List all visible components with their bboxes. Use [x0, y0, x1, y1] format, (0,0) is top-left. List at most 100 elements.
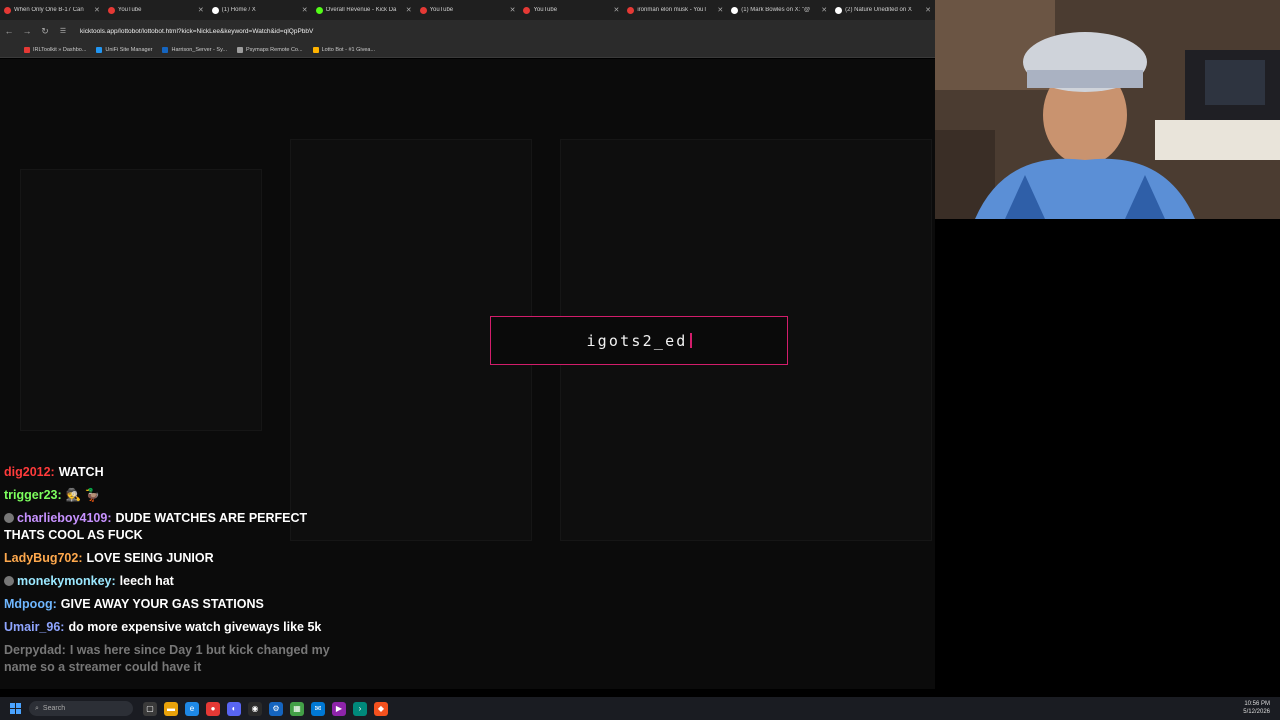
browser-tab[interactable]: Overall Revenue - Kick Da ✕: [312, 0, 416, 20]
bookmark-favicon-icon: [162, 46, 169, 53]
browser-tab[interactable]: YouTube ✕: [416, 0, 520, 20]
browser-tab[interactable]: (1) Home / X ✕: [208, 0, 312, 20]
search-icon: ⌕: [35, 704, 39, 712]
tab-favicon-icon: [731, 6, 739, 14]
chat-username: dig2012:: [4, 465, 55, 479]
tab-favicon-icon: [107, 6, 115, 14]
taskbar-search[interactable]: ⌕ Search: [29, 701, 133, 716]
tab-title: YouTube: [533, 7, 558, 13]
chat-message: LadyBug702: LOVE SEING JUNIOR: [4, 550, 334, 567]
browser-tab[interactable]: YouTube ✕: [104, 0, 208, 20]
browser-tab[interactable]: YouTube ✕: [519, 0, 623, 20]
file-explorer-icon[interactable]: ▬: [164, 701, 178, 716]
reload-icon[interactable]: ↻: [36, 26, 54, 37]
webcam-overlay: [935, 0, 1280, 219]
close-icon[interactable]: ✕: [510, 6, 516, 14]
bookmark-favicon-icon: [24, 46, 30, 53]
media-icon[interactable]: ▶: [332, 701, 346, 716]
chat-text: 🕵️ 🦆: [65, 488, 101, 502]
browser-tab[interactable]: (2) Nature Unedited on X ✕: [831, 0, 935, 20]
badge-icon: [4, 513, 14, 523]
bookmark-item[interactable]: Harrison_Server - Sy...: [162, 46, 227, 53]
chat-username: trigger23:: [4, 488, 62, 502]
close-icon[interactable]: ✕: [821, 6, 827, 14]
taskbar-apps: ▢ ▬ e ● ◐ ◉ ⚙ ▦ ✉ ▶ › ◆: [143, 701, 388, 716]
app-icon[interactable]: ◆: [374, 701, 388, 716]
tab-title: (1) Mark Bowles on X: "@: [741, 7, 811, 13]
winner-name: igots2_ed: [586, 332, 692, 350]
windows-start-icon[interactable]: [10, 703, 21, 714]
bookmark-favicon-icon: [96, 46, 103, 53]
bookmark-item[interactable]: Lotto Bot - #1 Givea...: [312, 46, 375, 53]
close-icon[interactable]: ✕: [94, 6, 100, 14]
chat-text: WATCH: [58, 465, 104, 479]
chat-username: LadyBug702:: [4, 551, 83, 565]
tab-favicon-icon: [419, 6, 427, 14]
tab-favicon-icon: [315, 6, 323, 14]
close-icon[interactable]: ✕: [406, 6, 412, 14]
task-view-icon[interactable]: ▢: [143, 701, 157, 716]
tab-title: (1) Home / X: [221, 7, 256, 13]
chat-text: do more expensive watch giveways like 5k: [68, 620, 322, 634]
tab-favicon-icon: [835, 6, 843, 14]
browser-tab-strip: When Only One B-17 Can ✕ YouTube ✕ (1) H…: [0, 0, 935, 20]
close-icon[interactable]: ✕: [198, 6, 204, 14]
entries-panel: [20, 169, 262, 431]
mail-icon[interactable]: ✉: [311, 701, 325, 716]
winner-modal: igots2_ed: [490, 316, 788, 365]
close-icon[interactable]: ✕: [613, 6, 619, 14]
url-field[interactable]: kicktools.app/lottobot/lottobot.html?kic…: [80, 28, 313, 35]
edge-icon[interactable]: e: [185, 701, 199, 716]
address-bar: ← → ↻ ☰ kicktools.app/lottobot/lottobot.…: [0, 20, 935, 42]
obs-icon[interactable]: ◉: [248, 701, 262, 716]
tab-title: ironman elon musk - YouT: [637, 7, 708, 13]
settings-icon[interactable]: ⚙: [269, 701, 283, 716]
text-caret: [689, 332, 692, 348]
stream-chat: dig2012: WATCH trigger23: 🕵️ 🦆 charlieboy410…: [4, 464, 334, 682]
chat-message: Derpydad: I was here since Day 1 but kick…: [4, 642, 334, 676]
chat-message: Mdpoog: GIVE AWAY YOUR GAS STATIONS: [4, 596, 334, 613]
tab-title: YouTube: [117, 7, 142, 13]
chat-text: GIVE AWAY YOUR GAS STATIONS: [60, 597, 264, 611]
webcam-feed: [935, 0, 1280, 219]
chat-username: Mdpoog:: [4, 597, 57, 611]
chat-username: monekymonkey:: [17, 574, 116, 588]
chat-text: LOVE SEING JUNIOR: [86, 551, 214, 565]
tab-title: When Only One B-17 Can: [14, 7, 84, 13]
chat-message: Umair_96: do more expensive watch giveway…: [4, 619, 334, 636]
bookmark-item[interactable]: IRLToolkit » Dashbo...: [24, 46, 86, 53]
tab-favicon-icon: [211, 6, 219, 14]
close-icon[interactable]: ✕: [302, 6, 308, 14]
system-clock[interactable]: 10:56 PM 5/12/2026: [1243, 700, 1270, 716]
browser-tab[interactable]: ironman elon musk - YouT ✕: [623, 0, 727, 20]
site-info-icon[interactable]: ☰: [54, 27, 72, 35]
terminal-icon[interactable]: ›: [353, 701, 367, 716]
chat-username: Derpydad:: [4, 643, 66, 657]
tab-favicon-icon: [627, 6, 635, 14]
tab-title: Overall Revenue - Kick Da: [325, 7, 397, 13]
chat-message: monekymonkey: leech hat: [4, 573, 334, 590]
bookmark-item[interactable]: Psymaps Remote Co...: [237, 46, 303, 53]
bookmark-favicon-icon: [312, 46, 319, 53]
badge-icon: [4, 576, 14, 586]
spreadsheet-icon[interactable]: ▦: [290, 701, 304, 716]
tab-favicon-icon: [4, 6, 11, 14]
chat-message: dig2012: WATCH: [4, 464, 334, 481]
chat-username: Umair_96:: [4, 620, 65, 634]
close-icon[interactable]: ✕: [717, 6, 723, 14]
discord-icon[interactable]: ◐: [227, 701, 241, 716]
browser-tab[interactable]: When Only One B-17 Can ✕: [0, 0, 104, 20]
taskbar: ⌕ Search ▢ ▬ e ● ◐ ◉ ⚙ ▦ ✉ ▶ › ◆ 10:56 P…: [0, 697, 1280, 720]
bookmark-favicon-icon: [237, 46, 244, 53]
close-icon[interactable]: ✕: [925, 6, 931, 14]
chrome-icon[interactable]: ●: [206, 701, 220, 716]
chat-message: charlieboy4109: DUDE WATCHES ARE PERFECT …: [4, 510, 334, 544]
bookmark-item[interactable]: UniFi Site Manager: [96, 46, 152, 53]
tab-favicon-icon: [523, 6, 531, 14]
tab-title: (2) Nature Unedited on X: [845, 7, 912, 13]
browser-tab[interactable]: (1) Mark Bowles on X: "@ ✕: [727, 0, 831, 20]
chat-message: trigger23: 🕵️ 🦆: [4, 487, 334, 504]
back-icon[interactable]: ←: [0, 26, 18, 36]
forward-icon[interactable]: →: [18, 26, 36, 36]
chat-text: leech hat: [119, 574, 174, 588]
